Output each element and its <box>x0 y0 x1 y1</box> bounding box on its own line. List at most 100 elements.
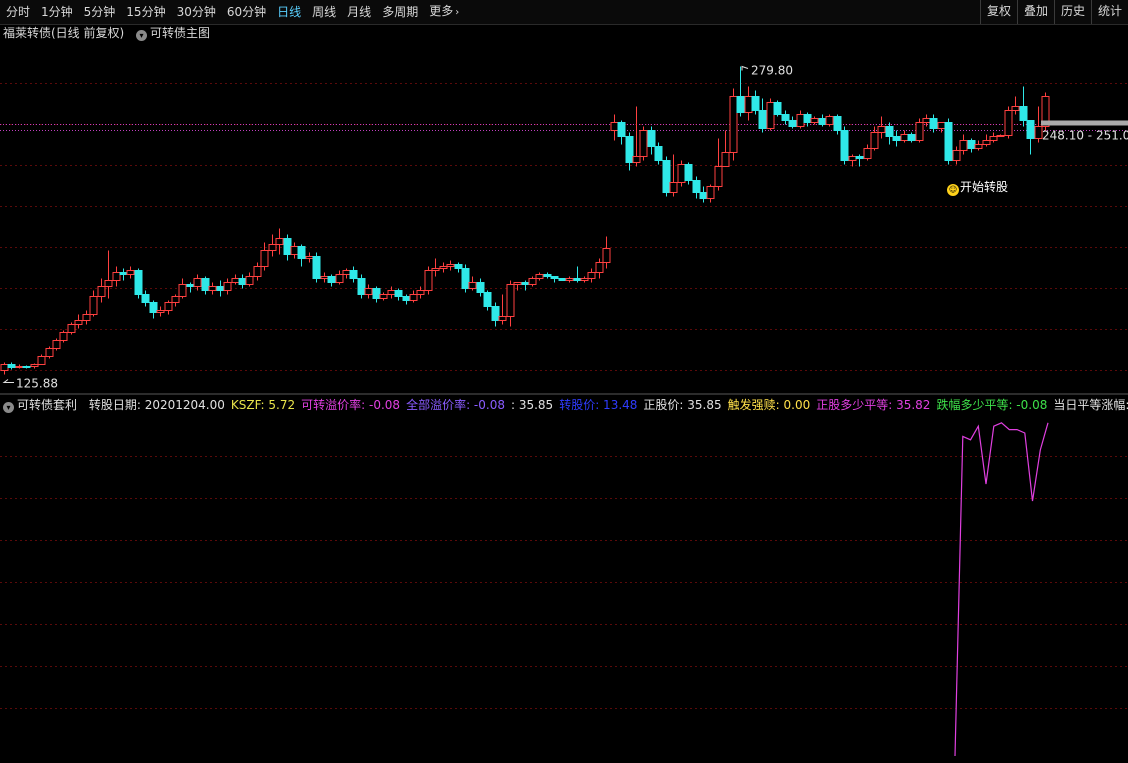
candle-body <box>476 282 485 293</box>
candle <box>52 338 61 351</box>
candle <box>781 110 790 125</box>
period-tab-4[interactable]: 30分钟 <box>171 0 221 24</box>
candle-body <box>855 156 864 159</box>
candle-body <box>974 144 983 149</box>
panel-divider[interactable] <box>0 393 1128 395</box>
period-tab-9[interactable]: 多周期 <box>376 0 423 24</box>
period-toolbar: 分时 1分钟 5分钟 15分钟 30分钟 60分钟 日线 周线 月线 多周期 更多 › 复权 叠加 历史统… <box>0 0 1128 25</box>
candle <box>245 272 254 287</box>
security-title: 福莱转债(日线 前复权) <box>3 26 125 40</box>
candle-body <box>565 278 574 281</box>
candle-body <box>766 102 775 129</box>
candle <box>1019 86 1028 127</box>
candle-body <box>491 306 500 321</box>
chevron-down-icon: ▾ <box>136 30 148 41</box>
candle <box>714 138 723 191</box>
candle-body <box>736 96 745 113</box>
candle-body <box>461 268 470 289</box>
candle <box>766 98 775 131</box>
right-tools: 复权 叠加 历史 统计 <box>979 0 1128 24</box>
candle-body <box>669 182 678 193</box>
candle <box>929 114 938 133</box>
candle-body <box>253 266 262 277</box>
candle <box>848 154 857 167</box>
candle <box>379 292 388 301</box>
candle-body <box>1034 126 1043 139</box>
main-indicator-selector[interactable]: ▾ 可转债主图 <box>136 26 210 41</box>
candle <box>900 130 909 143</box>
candle <box>253 262 262 281</box>
candle-body <box>7 364 16 368</box>
more-button[interactable]: 更多 › <box>423 0 464 25</box>
period-tab-0[interactable]: 分时 <box>0 0 35 24</box>
candle-body <box>580 278 589 281</box>
candle <box>558 278 567 281</box>
candle <box>297 244 306 267</box>
candle-body <box>357 278 366 295</box>
candle <box>617 120 626 145</box>
candle <box>662 156 671 197</box>
candle-body <box>424 270 433 291</box>
candle <box>744 86 753 121</box>
candle-body <box>387 290 396 295</box>
candle <box>424 266 433 295</box>
candle-body <box>149 302 158 313</box>
candle-body <box>706 186 715 199</box>
candle-body <box>877 126 886 133</box>
candle-body <box>223 282 232 291</box>
candle <box>67 322 76 335</box>
candle <box>439 262 448 273</box>
period-tab-8[interactable]: 月线 <box>341 0 376 24</box>
period-tab-2[interactable]: 5分钟 <box>78 0 121 24</box>
candle-body <box>67 324 76 333</box>
candle <box>855 154 864 167</box>
candle <box>178 278 187 299</box>
candle-body <box>892 136 901 141</box>
candle <box>863 144 872 161</box>
period-tab-5[interactable]: 60分钟 <box>221 0 271 24</box>
period-tab-1[interactable]: 1分钟 <box>35 0 78 24</box>
candle <box>104 250 113 299</box>
indicator-value-5: 转股价: 13.48 <box>559 398 638 412</box>
candle-body <box>364 288 373 295</box>
period-tab-6[interactable]: 日线 <box>271 0 306 24</box>
candle-body <box>587 272 596 279</box>
sub-indicator-selector[interactable]: ▾ 可转债套利 <box>3 398 85 413</box>
candle <box>156 306 165 317</box>
candlestick-chart[interactable]: 279.80 125.88 248.10 - 251.01 <box>0 42 1128 392</box>
tool-button-1[interactable]: 叠加 <box>1016 0 1054 24</box>
candle-body <box>498 316 507 321</box>
candle <box>82 310 91 325</box>
tool-button-2[interactable]: 历史 <box>1053 0 1091 24</box>
candle <box>758 98 767 133</box>
candle-body <box>677 164 686 183</box>
candle <box>907 132 916 143</box>
candle-body <box>617 122 626 137</box>
candle <box>521 280 530 291</box>
candle <box>692 176 701 199</box>
tool-button-3[interactable]: 统计 <box>1090 0 1128 24</box>
candle <box>833 114 842 135</box>
candle <box>0 362 9 375</box>
period-tab-7[interactable]: 周线 <box>306 0 341 24</box>
period-tab-3[interactable]: 15分钟 <box>120 0 170 24</box>
candle-body <box>22 366 31 368</box>
candle <box>431 258 440 277</box>
tool-button-0[interactable]: 复权 <box>979 0 1017 24</box>
candle-body <box>275 238 284 245</box>
main-panel-title: 福莱转债(日线 前复权) ▾ 可转债主图 <box>3 24 210 42</box>
candle <box>446 260 455 271</box>
candle-body <box>45 348 54 357</box>
candle <box>573 266 582 283</box>
candle <box>208 282 217 295</box>
indicator-value-4: : 35.85 <box>510 398 554 412</box>
candle <box>45 346 54 359</box>
indicator-line-chart[interactable] <box>0 414 1128 763</box>
candle-body <box>781 114 790 121</box>
smiley-icon: ☺ <box>947 184 959 196</box>
candle <box>454 262 463 273</box>
candle-body <box>342 270 351 275</box>
candle-body <box>699 192 708 199</box>
candle-body <box>773 102 782 115</box>
candle-body <box>982 140 991 145</box>
